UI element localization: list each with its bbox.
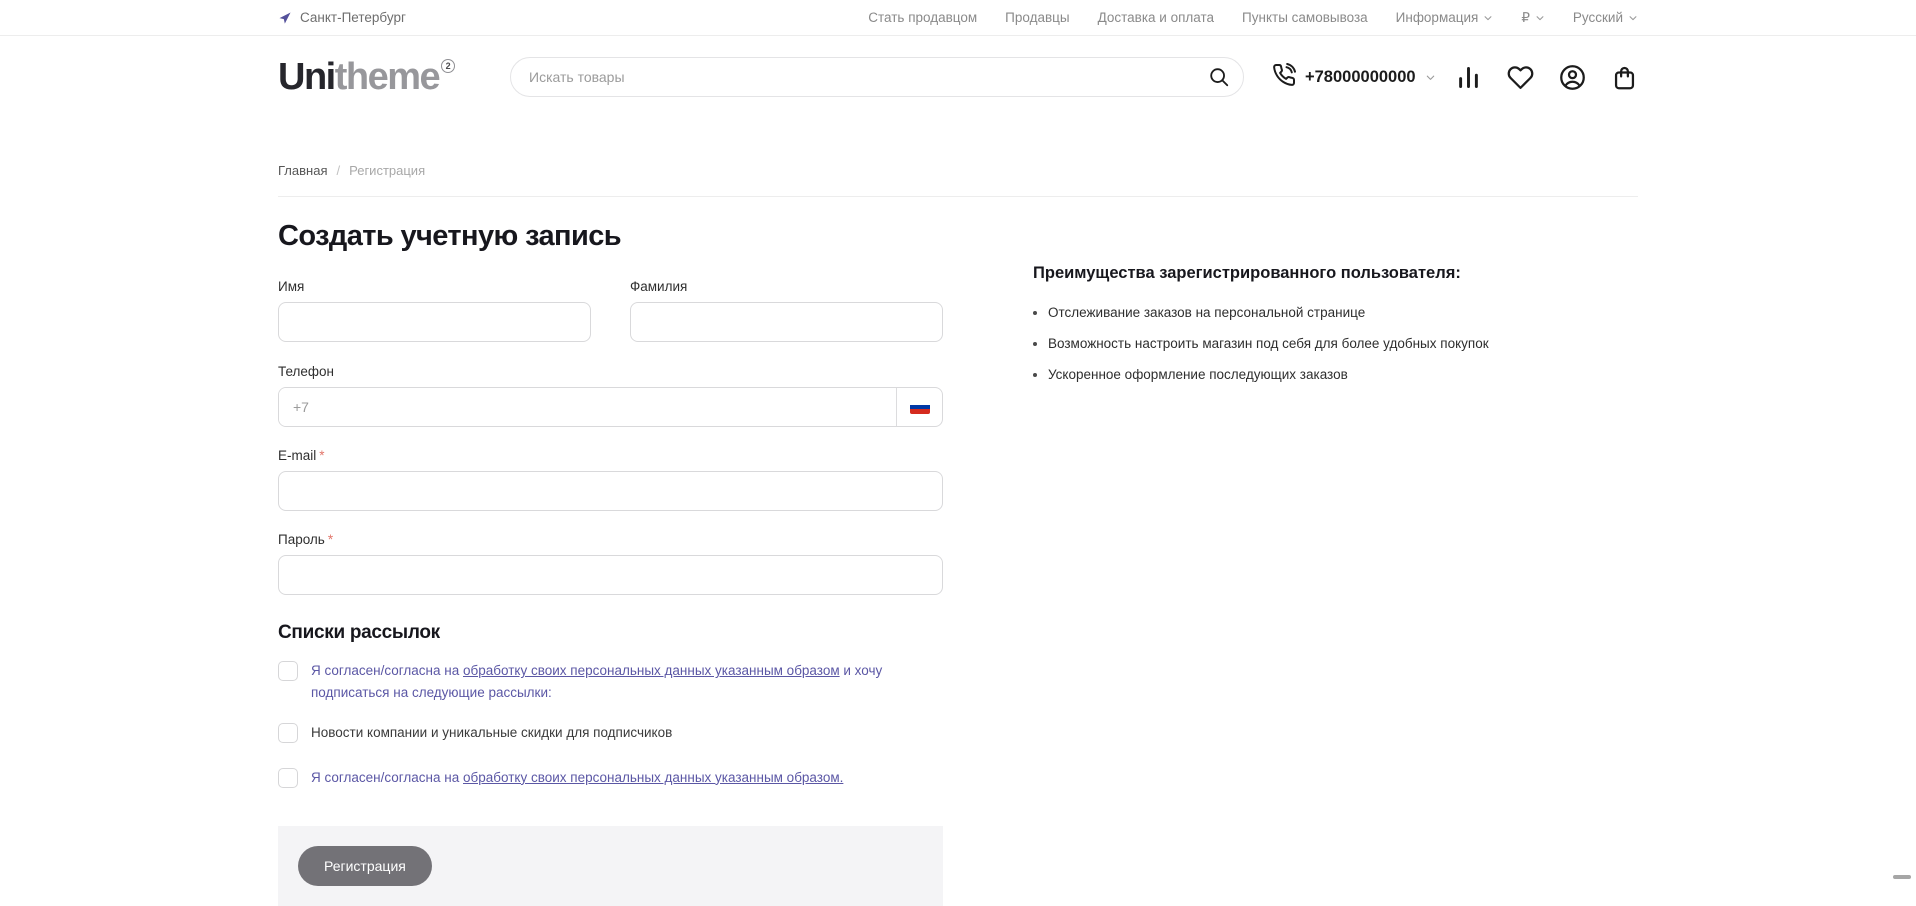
search-icon[interactable] bbox=[1208, 66, 1230, 88]
consent-processing-label: Я согласен/согласна на обработку своих п… bbox=[311, 767, 843, 789]
information-dropdown[interactable]: Информация bbox=[1396, 10, 1494, 25]
personal-data-link[interactable]: обработку своих персональных данных указ… bbox=[463, 770, 843, 785]
account-icon[interactable] bbox=[1559, 64, 1586, 91]
russia-flag-icon bbox=[910, 400, 930, 414]
topbar-link-delivery[interactable]: Доставка и оплата bbox=[1098, 10, 1214, 25]
location-selector[interactable]: Санкт-Петербург bbox=[278, 10, 406, 25]
cart-icon[interactable] bbox=[1611, 64, 1638, 91]
consent-subscribe-checkbox[interactable] bbox=[278, 661, 298, 681]
personal-data-link[interactable]: обработку своих персональных данных указ… bbox=[463, 663, 840, 678]
scrollbar-thumb[interactable] bbox=[1893, 875, 1911, 879]
benefits-section: Преимущества зарегистрированного пользов… bbox=[1033, 220, 1638, 397]
chevron-down-icon bbox=[1425, 72, 1436, 83]
benefits-list: Отслеживание заказов на персональной стр… bbox=[1033, 304, 1638, 384]
logo-badge: 2 bbox=[441, 59, 455, 73]
location-label: Санкт-Петербург bbox=[300, 10, 406, 25]
submit-panel: Регистрация bbox=[278, 826, 943, 906]
search-input[interactable] bbox=[510, 57, 1244, 97]
bullet-icon bbox=[1033, 342, 1037, 346]
register-button[interactable]: Регистрация bbox=[298, 846, 432, 886]
breadcrumb-home[interactable]: Главная bbox=[278, 163, 327, 178]
news-subscribe-row: Новости компании и уникальные скидки для… bbox=[278, 722, 943, 744]
phone-label: Телефон bbox=[278, 364, 943, 379]
page-title: Создать учетную запись bbox=[278, 220, 943, 253]
last-name-label: Фамилия bbox=[630, 279, 943, 294]
topbar-link-become-seller[interactable]: Стать продавцом bbox=[868, 10, 977, 25]
wishlist-icon[interactable] bbox=[1507, 64, 1534, 91]
consent-subscribe-label: Я согласен/согласна на обработку своих п… bbox=[311, 660, 943, 703]
topbar-link-pickup-points[interactable]: Пункты самовывоза bbox=[1242, 10, 1368, 25]
benefit-item: Отслеживание заказов на персональной стр… bbox=[1033, 304, 1638, 322]
topbar-menu: Стать продавцом Продавцы Доставка и опла… bbox=[868, 10, 1638, 26]
benefits-title: Преимущества зарегистрированного пользов… bbox=[1033, 264, 1638, 283]
topbar: Санкт-Петербург Стать продавцом Продавцы… bbox=[0, 0, 1916, 36]
password-label: Пароль* bbox=[278, 532, 943, 547]
search-bar bbox=[510, 57, 1244, 97]
breadcrumb: Главная / Регистрация bbox=[278, 146, 1638, 197]
chevron-down-icon bbox=[1628, 13, 1638, 23]
email-label: E-mail* bbox=[278, 448, 943, 463]
required-mark: * bbox=[328, 532, 333, 547]
location-arrow-icon bbox=[278, 11, 292, 25]
benefit-item: Возможность настроить магазин под себя д… bbox=[1033, 335, 1638, 353]
chevron-down-icon bbox=[1535, 13, 1545, 23]
phone-number: +78000000000 bbox=[1305, 68, 1416, 87]
phone-field-group bbox=[278, 387, 943, 427]
compare-icon[interactable] bbox=[1455, 64, 1482, 91]
first-name-field[interactable] bbox=[278, 302, 591, 342]
password-field[interactable] bbox=[278, 555, 943, 595]
newsletter-section-title: Списки рассылок bbox=[278, 622, 943, 644]
registration-form: Создать учетную запись Имя Фамилия Телеф… bbox=[278, 220, 943, 906]
breadcrumb-separator: / bbox=[336, 163, 340, 178]
consent-processing-row: Я согласен/согласна на обработку своих п… bbox=[278, 767, 943, 789]
last-name-field[interactable] bbox=[630, 302, 943, 342]
header: Unitheme2 +78000000000 bbox=[0, 36, 1916, 146]
chevron-down-icon bbox=[1483, 13, 1493, 23]
header-icons bbox=[1455, 64, 1638, 91]
first-name-label: Имя bbox=[278, 279, 591, 294]
bullet-icon bbox=[1033, 311, 1037, 315]
currency-dropdown[interactable]: ₽ bbox=[1521, 10, 1545, 26]
consent-processing-checkbox[interactable] bbox=[278, 768, 298, 788]
topbar-link-sellers[interactable]: Продавцы bbox=[1005, 10, 1069, 25]
store-logo[interactable]: Unitheme2 bbox=[278, 56, 510, 99]
phone-dropdown[interactable]: +78000000000 bbox=[1272, 63, 1436, 92]
email-field[interactable] bbox=[278, 471, 943, 511]
phone-field[interactable] bbox=[279, 388, 896, 426]
language-dropdown[interactable]: Русский bbox=[1573, 10, 1638, 25]
bullet-icon bbox=[1033, 373, 1037, 377]
news-subscribe-checkbox[interactable] bbox=[278, 723, 298, 743]
phone-call-icon bbox=[1272, 63, 1296, 92]
required-mark: * bbox=[319, 448, 324, 463]
benefit-item: Ускоренное оформление последующих заказо… bbox=[1033, 366, 1638, 384]
country-flag-selector[interactable] bbox=[896, 388, 942, 426]
news-subscribe-label: Новости компании и уникальные скидки для… bbox=[311, 722, 672, 744]
consent-subscribe-row: Я согласен/согласна на обработку своих п… bbox=[278, 660, 943, 703]
breadcrumb-current: Регистрация bbox=[349, 163, 425, 178]
